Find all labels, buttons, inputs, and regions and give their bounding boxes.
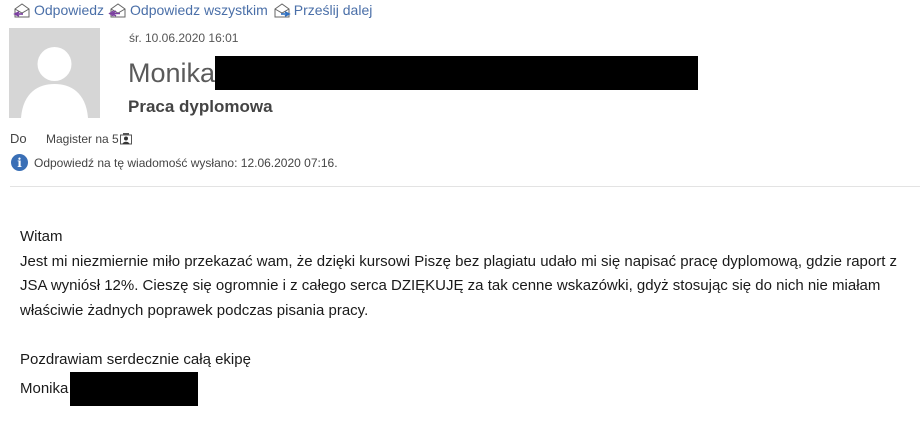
redacted-surname [215,56,699,90]
message-date: śr. 10.06.2020 16:01 [129,31,239,45]
reply-info-bar: i Odpowiedź na tę wiadomość wysłano: 12.… [11,154,338,171]
reply-label: Odpowiedz [34,2,105,18]
message-body: Witam Jest mi niezmiernie miło przekazać… [20,225,920,406]
contact-card-icon[interactable] [119,132,132,145]
reply-all-label: Odpowiedz wszystkim [130,2,268,18]
to-label: Do [10,131,27,146]
signature: Monika [20,372,920,406]
recipients-row: Do Magister na 5 [10,131,132,146]
sender-first-name: Monika [128,57,216,88]
reply-info-text: Odpowiedź na tę wiadomość wysłano: 12.06… [34,155,338,170]
reply-button[interactable]: Odpowiedz [12,1,104,19]
closing: Pozdrawiam serdecznie całą ekipę [20,350,251,368]
info-icon: i [11,154,28,171]
signature-first-name: Monika [20,379,69,397]
reply-all-button[interactable]: Odpowiedz wszystkim [108,1,268,19]
greeting: Witam [20,228,63,245]
recipient-name[interactable]: Magister na 5 [46,132,119,146]
message-subject: Praca dyplomowa [128,97,273,116]
redacted-signature-surname [70,372,199,406]
message-toolbar: Odpowiedz Odpowiedz wszystkim Prześlij d… [12,0,376,20]
reply-all-envelope-icon [108,3,126,18]
reply-envelope-icon [13,3,30,18]
body-paragraph: Jest mi niezmiernie miło przekazać wam, … [20,252,898,319]
forward-button[interactable]: Prześlij dalej [272,1,373,19]
forward-label: Prześlij dalej [293,2,373,18]
forward-envelope-icon [274,3,291,18]
person-placeholder-icon [9,28,100,118]
sender-name[interactable]: Monika [128,56,699,90]
sender-avatar[interactable] [9,28,100,118]
header-divider [10,186,920,187]
